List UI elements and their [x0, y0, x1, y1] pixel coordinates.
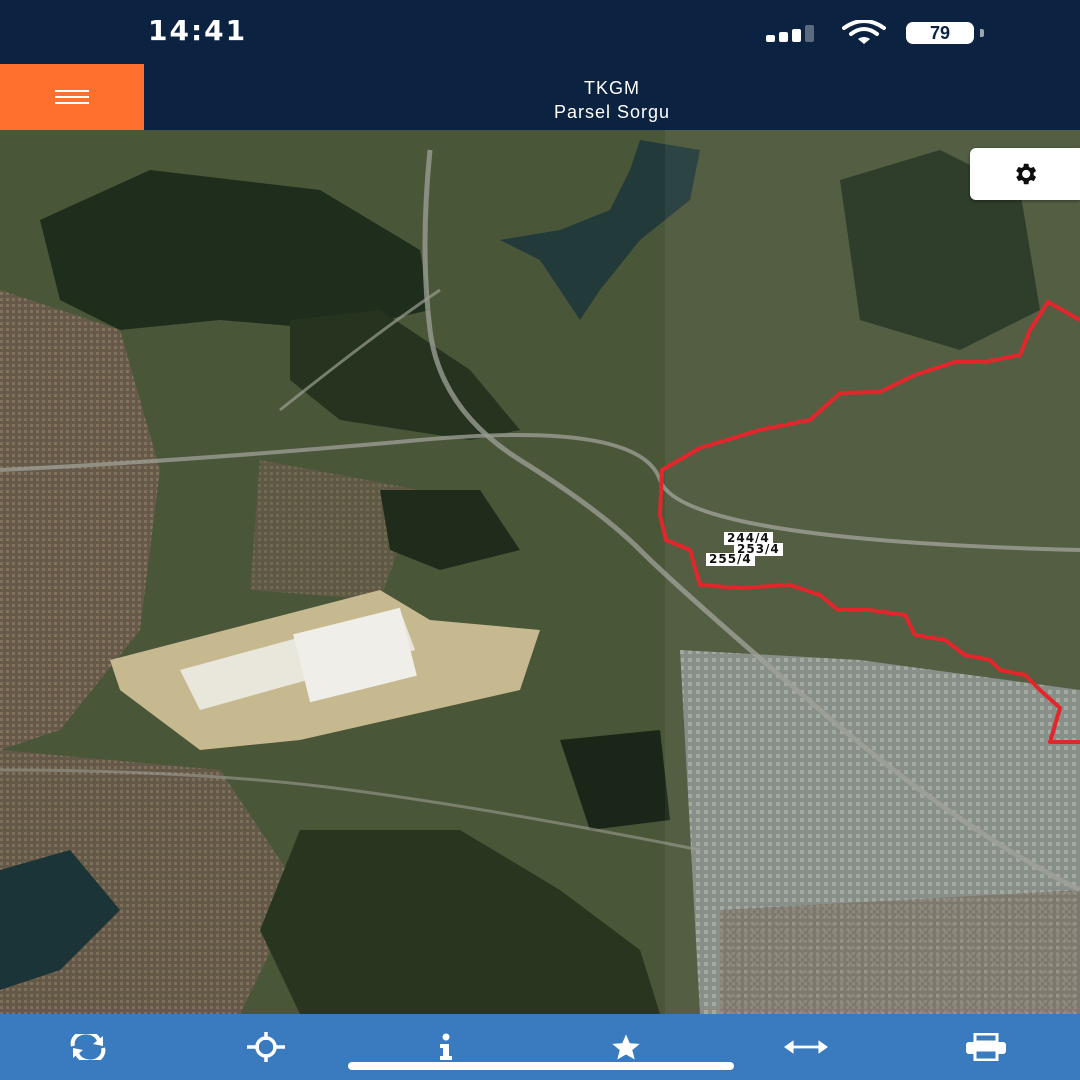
print-button[interactable]	[964, 1032, 1008, 1062]
wifi-icon	[840, 19, 888, 49]
gear-icon	[1016, 163, 1037, 185]
status-bar: 14:41 79	[0, 0, 1080, 64]
refresh-icon	[70, 1034, 106, 1060]
battery-icon: 79	[906, 22, 974, 44]
satellite-map[interactable]: 244/4 253/4 255/4	[0, 130, 1080, 1014]
print-icon	[966, 1033, 1006, 1061]
locate-button[interactable]	[244, 1032, 288, 1062]
battery-tip	[980, 29, 984, 37]
menu-button[interactable]	[0, 64, 144, 130]
locate-icon	[247, 1032, 285, 1062]
info-button[interactable]	[424, 1032, 468, 1062]
measure-button[interactable]	[784, 1032, 828, 1062]
parcel-label[interactable]: 255/4	[706, 553, 755, 566]
info-icon	[440, 1033, 452, 1060]
status-time: 14:41	[148, 14, 248, 47]
hamburger-icon	[55, 90, 89, 104]
settings-button[interactable]	[970, 148, 1080, 200]
home-indicator	[348, 1062, 734, 1070]
app-title: TKGM	[584, 78, 640, 98]
bottom-toolbar	[0, 1014, 1080, 1080]
map-imagery	[0, 130, 1080, 1014]
app-header: TKGM Parsel Sorgu	[0, 64, 1080, 130]
favorites-button[interactable]	[604, 1032, 648, 1062]
measure-icon	[784, 1040, 828, 1054]
star-icon	[612, 1034, 640, 1060]
app-subtitle: Parsel Sorgu	[553, 102, 671, 122]
refresh-button[interactable]	[66, 1032, 110, 1062]
header-title: TKGM Parsel Sorgu	[144, 76, 1080, 124]
signal-icon	[766, 24, 826, 42]
